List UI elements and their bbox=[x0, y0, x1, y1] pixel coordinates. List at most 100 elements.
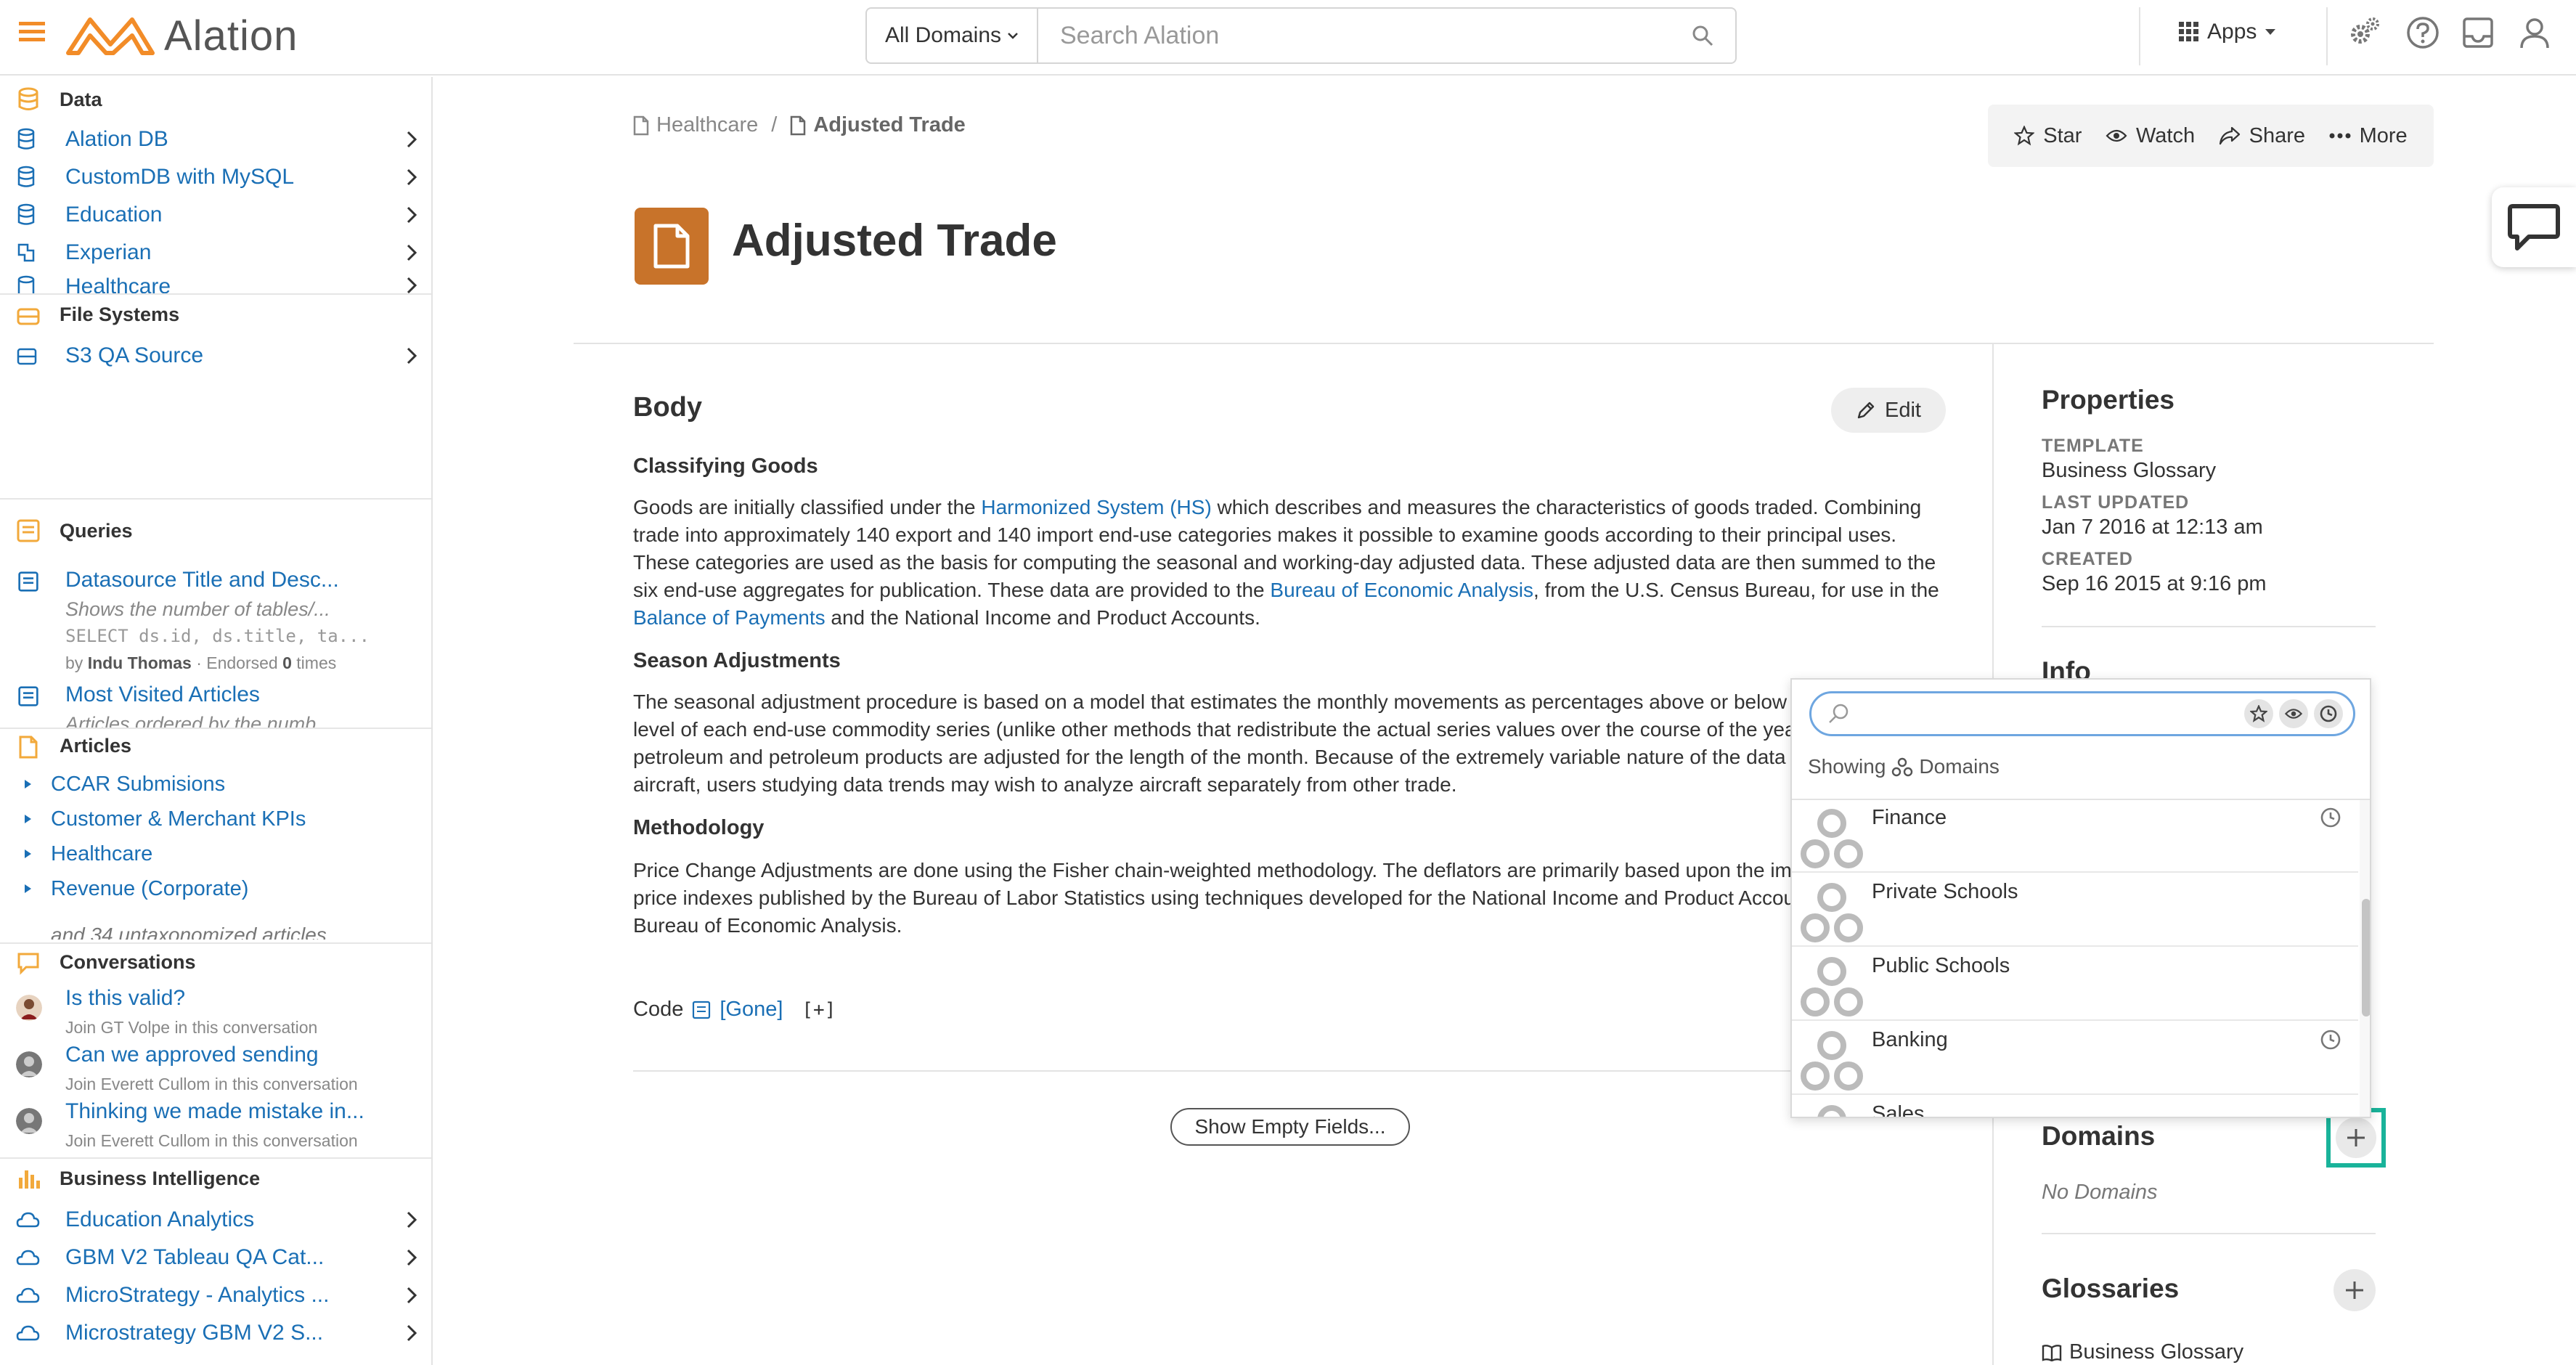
domain-filter-select[interactable]: All Domains bbox=[867, 9, 1038, 62]
add-glossary-button[interactable] bbox=[2334, 1269, 2376, 1311]
edit-button[interactable]: Edit bbox=[1831, 388, 1946, 433]
domain-option-finance[interactable]: Finance bbox=[1792, 800, 2358, 873]
search-icon[interactable] bbox=[1670, 9, 1735, 62]
file-system-icon bbox=[17, 308, 40, 325]
filter-starred-button[interactable] bbox=[2244, 699, 2273, 728]
domain-list-scrollbar[interactable] bbox=[2360, 800, 2370, 1117]
glossary-item-label: Business Glossary bbox=[2069, 1340, 2244, 1364]
sidebar-item-label: Healthcare bbox=[65, 274, 171, 293]
article-group-ccar[interactable]: CCAR Submisions bbox=[22, 770, 225, 799]
domain-search-input[interactable] bbox=[1861, 701, 2238, 726]
article-group-healthcare[interactable]: Healthcare bbox=[22, 839, 152, 868]
clock-icon bbox=[2320, 1030, 2341, 1050]
domain-filter-label: All Domains bbox=[884, 23, 1002, 47]
harmonized-system-link[interactable]: Harmonized System (HS) bbox=[981, 496, 1211, 518]
sidebar-item-microstrategy-analytics[interactable]: MicroStrategy - Analytics ... bbox=[16, 1279, 423, 1311]
sidebar-item-education[interactable]: Education bbox=[16, 199, 423, 231]
paragraph-season-adjustments: The seasonal adjustment procedure is bas… bbox=[633, 690, 1912, 796]
paragraph-methodology: Price Change Adjustments are done using … bbox=[633, 859, 1929, 937]
avatar bbox=[16, 1108, 42, 1134]
sidebar-item-gbm-tableau[interactable]: GBM V2 Tableau QA Cat... bbox=[16, 1242, 423, 1274]
alation-logo[interactable]: Alation bbox=[65, 10, 298, 61]
scrollbar-thumb[interactable] bbox=[2362, 899, 2370, 1016]
hamburger-menu-icon[interactable] bbox=[17, 19, 46, 45]
database-icon bbox=[17, 128, 35, 150]
untaxonomized-articles-link[interactable]: and 34 untaxonomized articles bbox=[51, 924, 327, 940]
search-input[interactable] bbox=[1038, 9, 1670, 62]
apps-grid-icon bbox=[2179, 22, 2198, 41]
search-icon bbox=[1829, 704, 1849, 723]
star-button[interactable]: Star bbox=[2014, 124, 2082, 148]
add-domain-circle bbox=[2336, 1117, 2376, 1158]
article-icon bbox=[19, 736, 38, 759]
query-title-link[interactable]: Datasource Title and Desc... bbox=[65, 568, 339, 592]
caret-down-icon bbox=[2265, 29, 2276, 35]
sidebar-item-education-analytics[interactable]: Education Analytics bbox=[16, 1204, 423, 1236]
query-icon bbox=[18, 686, 38, 706]
triangle-right-icon bbox=[25, 849, 31, 858]
domain-icon bbox=[1801, 1031, 1863, 1091]
share-label: Share bbox=[2249, 123, 2306, 147]
glossary-item[interactable]: Business Glossary bbox=[2042, 1340, 2243, 1364]
filter-watched-button[interactable] bbox=[2279, 699, 2308, 728]
avatar bbox=[16, 1051, 42, 1077]
settings-gear-icon[interactable] bbox=[2347, 15, 2383, 51]
domain-icon bbox=[1801, 883, 1863, 942]
domain-option-private-schools[interactable]: Private Schools bbox=[1792, 873, 2358, 947]
conversation-title-link[interactable]: Is this valid? bbox=[65, 986, 185, 1011]
sidebar-item-microstrategy-gbm[interactable]: Microstrategy GBM V2 S... bbox=[16, 1317, 423, 1349]
breadcrumb-parent-link[interactable]: Healthcare bbox=[656, 113, 758, 137]
code-add-button[interactable]: [+] bbox=[802, 999, 836, 1021]
domains-divider bbox=[2042, 1233, 2376, 1234]
star-label: Star bbox=[2043, 123, 2082, 147]
code-gone-link[interactable]: [Gone] bbox=[720, 998, 783, 1022]
apps-menu-button[interactable]: Apps bbox=[2178, 17, 2277, 46]
conversation-sub: Join Everett Cullom in this conversation bbox=[65, 1075, 358, 1093]
more-button[interactable]: More bbox=[2329, 124, 2408, 148]
sidebar-section-data: Data bbox=[60, 89, 102, 110]
sidebar-item-label: S3 QA Source bbox=[65, 343, 204, 367]
domain-option-public-schools[interactable]: Public Schools bbox=[1792, 947, 2358, 1021]
inbox-icon[interactable] bbox=[2460, 15, 2496, 51]
article-page-icon bbox=[635, 208, 709, 285]
sidebar-section-conversations: Conversations bbox=[60, 951, 196, 973]
domain-option-banking[interactable]: Banking bbox=[1792, 1021, 2358, 1095]
article-group-kpis[interactable]: Customer & Merchant KPIs bbox=[22, 804, 306, 834]
filter-recent-button[interactable] bbox=[2314, 699, 2343, 728]
conversation-title-link[interactable]: Can we approved sending bbox=[65, 1043, 319, 1067]
edit-label: Edit bbox=[1885, 398, 1921, 422]
star-icon bbox=[2014, 126, 2035, 146]
query-author[interactable]: Indu Thomas bbox=[88, 653, 192, 672]
sidebar-item-customdb[interactable]: CustomDB with MySQL bbox=[16, 161, 423, 193]
help-icon[interactable] bbox=[2405, 15, 2441, 51]
domain-icon bbox=[1817, 1105, 1846, 1117]
breadcrumb-separator: / bbox=[771, 113, 778, 136]
template-label: TEMPLATE bbox=[2042, 436, 2144, 456]
share-button[interactable]: Share bbox=[2219, 124, 2305, 148]
alation-logo-icon bbox=[66, 17, 155, 55]
book-icon bbox=[2042, 1344, 2062, 1361]
domain-option-sales[interactable]: Sales bbox=[1792, 1095, 2358, 1117]
query-description: Shows the number of tables/... bbox=[65, 598, 330, 620]
conversation-title-link[interactable]: Thinking we made mistake in... bbox=[65, 1099, 364, 1124]
cloud-icon bbox=[16, 1212, 40, 1228]
body-section-title: Body bbox=[633, 392, 702, 423]
bea-link[interactable]: Bureau of Economic Analysis bbox=[1270, 579, 1533, 601]
chevron-right-icon bbox=[407, 206, 417, 224]
chat-widget-button[interactable] bbox=[2492, 187, 2576, 267]
show-empty-fields-button[interactable]: Show Empty Fields... bbox=[1170, 1108, 1410, 1146]
file-system-icon bbox=[17, 348, 37, 365]
sidebar-item-healthcare[interactable]: Healthcare bbox=[16, 274, 423, 293]
article-group-revenue[interactable]: Revenue (Corporate) bbox=[22, 874, 248, 903]
sidebar-item-experian[interactable]: Experian bbox=[16, 237, 423, 269]
sidebar-divider bbox=[0, 728, 431, 729]
sidebar-section-file-systems: File Systems bbox=[60, 303, 180, 325]
sidebar-section-queries: Queries bbox=[60, 520, 133, 542]
watch-button[interactable]: Watch bbox=[2106, 124, 2195, 148]
sidebar-item-alation-db[interactable]: Alation DB bbox=[16, 123, 423, 155]
user-profile-icon[interactable] bbox=[2516, 15, 2553, 51]
balance-of-payments-link[interactable]: Balance of Payments bbox=[633, 606, 826, 629]
sidebar-item-s3-qa-source[interactable]: S3 QA Source bbox=[16, 340, 423, 372]
query-title-link[interactable]: Most Visited Articles bbox=[65, 682, 260, 707]
article-group-label: Healthcare bbox=[51, 842, 153, 865]
